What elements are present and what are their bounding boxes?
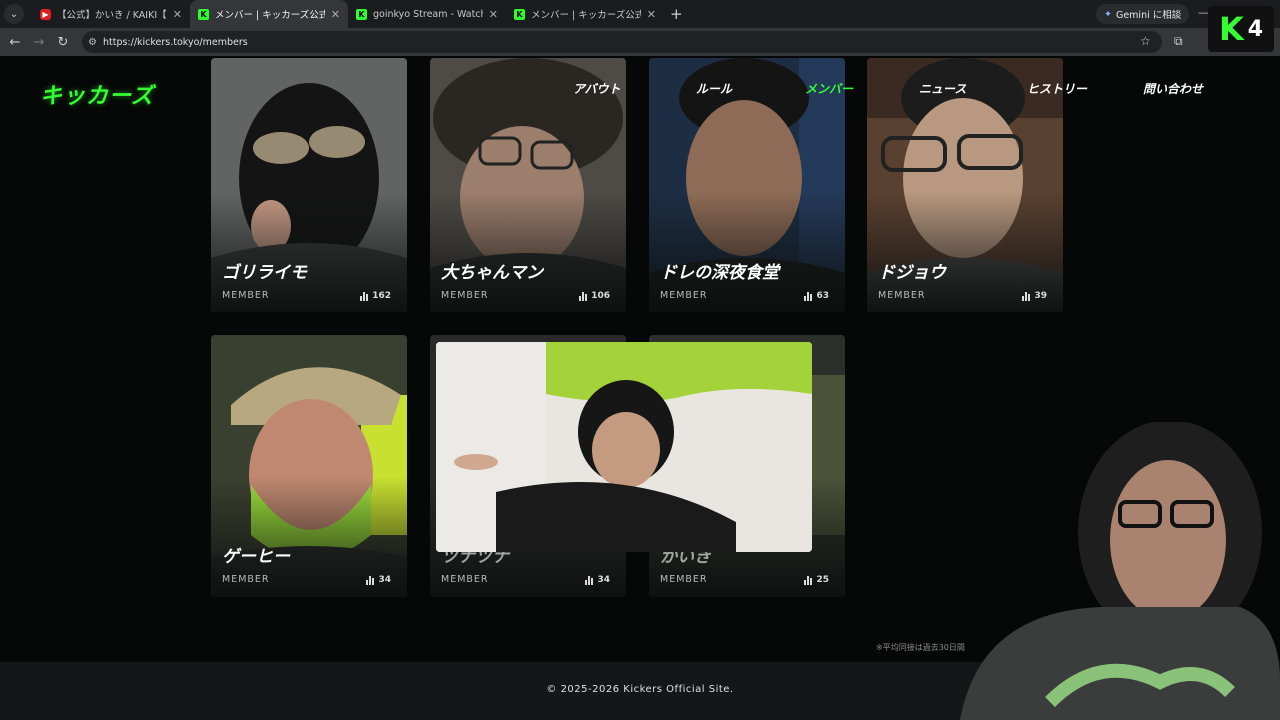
viewer-stat: 34	[585, 575, 610, 585]
close-tab-icon[interactable]: ✕	[647, 8, 656, 21]
viewer-stat: 63	[804, 291, 829, 301]
back-icon[interactable]: ←	[3, 30, 27, 54]
viewer-stat: 106	[579, 291, 610, 301]
bar-chart-icon	[360, 291, 369, 301]
viewer-count: 162	[372, 291, 391, 301]
member-role: MEMBER	[660, 574, 708, 585]
viewer-count: 63	[816, 291, 829, 301]
extensions-icon[interactable]: ⧉	[1174, 34, 1183, 49]
nav-members[interactable]: メンバー	[805, 80, 853, 97]
member-role: MEMBER	[660, 290, 708, 301]
kickers-favicon: K	[514, 8, 525, 20]
bar-chart-icon	[804, 291, 813, 301]
viewer-stat: 34	[366, 575, 391, 585]
nav-rules[interactable]: ルール	[696, 80, 732, 97]
member-card[interactable]: ゴリライモ MEMBER 162	[211, 58, 407, 312]
member-role: MEMBER	[878, 290, 926, 301]
k-logo-icon: K	[1218, 10, 1244, 48]
stream-video-overlay	[436, 342, 812, 552]
member-name: ドレの深夜食堂	[660, 263, 779, 283]
webcam-overlay	[960, 422, 1280, 720]
member-name: ゴリライモ	[222, 263, 307, 283]
close-tab-icon[interactable]: ✕	[173, 8, 182, 21]
viewer-count: 34	[597, 575, 610, 585]
close-tab-icon[interactable]: ✕	[489, 8, 498, 21]
member-card[interactable]: ゲーヒー MEMBER 34	[211, 335, 407, 597]
tab-title: メンバー | キッカーズ公式サイト	[531, 10, 641, 21]
site-info-icon[interactable]: ⚙	[88, 37, 97, 48]
members-page: ゴリライモ MEMBER 162 大ちゃんマン MEMBER 106 ドレの深夜…	[0, 56, 1280, 720]
forward-icon[interactable]: →	[27, 30, 51, 54]
youtube-icon: ▶	[40, 8, 51, 20]
tab-3[interactable]: K メンバー | キッカーズ公式サイト ✕	[506, 0, 664, 28]
close-tab-icon[interactable]: ✕	[331, 8, 340, 21]
kickers-favicon: K	[356, 8, 367, 20]
site-nav: アバウト ルール メンバー ニュース ヒストリー 問い合わせ	[560, 74, 1240, 104]
member-role: MEMBER	[222, 290, 270, 301]
viewer-count: 34	[378, 575, 391, 585]
tab-search-icon[interactable]: ⌄	[4, 4, 24, 24]
address-toolbar: ← → ↻ ⚙ https://kickers.tokyo/members ☆ …	[0, 28, 1280, 56]
member-role: MEMBER	[441, 290, 489, 301]
tab-2[interactable]: K goinkyo Stream - Watch Live o ✕	[348, 0, 506, 28]
bar-chart-icon	[585, 575, 594, 585]
bar-chart-icon	[1022, 291, 1031, 301]
member-name: ゲーヒー	[222, 547, 290, 567]
channel-badge: K 4	[1208, 6, 1274, 52]
tab-title: メンバー | キッカーズ公式サイト	[215, 10, 325, 21]
member-role: MEMBER	[441, 574, 489, 585]
gemini-spark-icon: ✦	[1104, 8, 1112, 20]
bar-chart-icon	[804, 575, 813, 585]
new-tab-button[interactable]: +	[670, 5, 683, 23]
viewer-stat: 25	[804, 575, 829, 585]
kickers-favicon: K	[198, 8, 209, 20]
member-name: 大ちゃんマン	[441, 263, 543, 283]
gemini-label: Gemini に相談	[1115, 10, 1182, 21]
tab-title: 【公式】かいき / KAIKI【キッカーズ 三	[57, 10, 167, 21]
browser-tab-strip: ⌄ ▶ 【公式】かいき / KAIKI【キッカーズ 三 ✕ K メンバー | キ…	[0, 0, 1280, 28]
nav-history[interactable]: ヒストリー	[1027, 80, 1087, 97]
member-role: MEMBER	[222, 574, 270, 585]
kickers-logo[interactable]: キッカーズ	[40, 78, 154, 110]
url-bar[interactable]: ⚙ https://kickers.tokyo/members	[82, 31, 1162, 53]
viewer-stat: 39	[1022, 291, 1047, 301]
nav-news[interactable]: ニュース	[919, 80, 966, 97]
viewer-stat: 162	[360, 291, 391, 301]
tab-title: goinkyo Stream - Watch Live o	[373, 8, 483, 20]
nav-about[interactable]: アバウト	[573, 80, 621, 97]
viewer-count: 25	[816, 575, 829, 585]
bar-chart-icon	[579, 291, 588, 301]
tab-1[interactable]: K メンバー | キッカーズ公式サイト ✕	[190, 0, 348, 28]
gemini-button[interactable]: ✦ Gemini に相談	[1096, 4, 1190, 24]
viewer-count: 39	[1034, 291, 1047, 301]
url-text: https://kickers.tokyo/members	[102, 36, 248, 48]
reload-icon[interactable]: ↻	[51, 30, 75, 54]
badge-number: 4	[1247, 16, 1264, 42]
member-name: ドジョウ	[878, 263, 946, 283]
bar-chart-icon	[366, 575, 375, 585]
bookmark-star-icon[interactable]: ☆	[1140, 34, 1151, 48]
nav-contact[interactable]: 問い合わせ	[1143, 80, 1203, 97]
viewer-count: 106	[591, 291, 610, 301]
tab-0[interactable]: ▶ 【公式】かいき / KAIKI【キッカーズ 三 ✕	[32, 0, 190, 28]
